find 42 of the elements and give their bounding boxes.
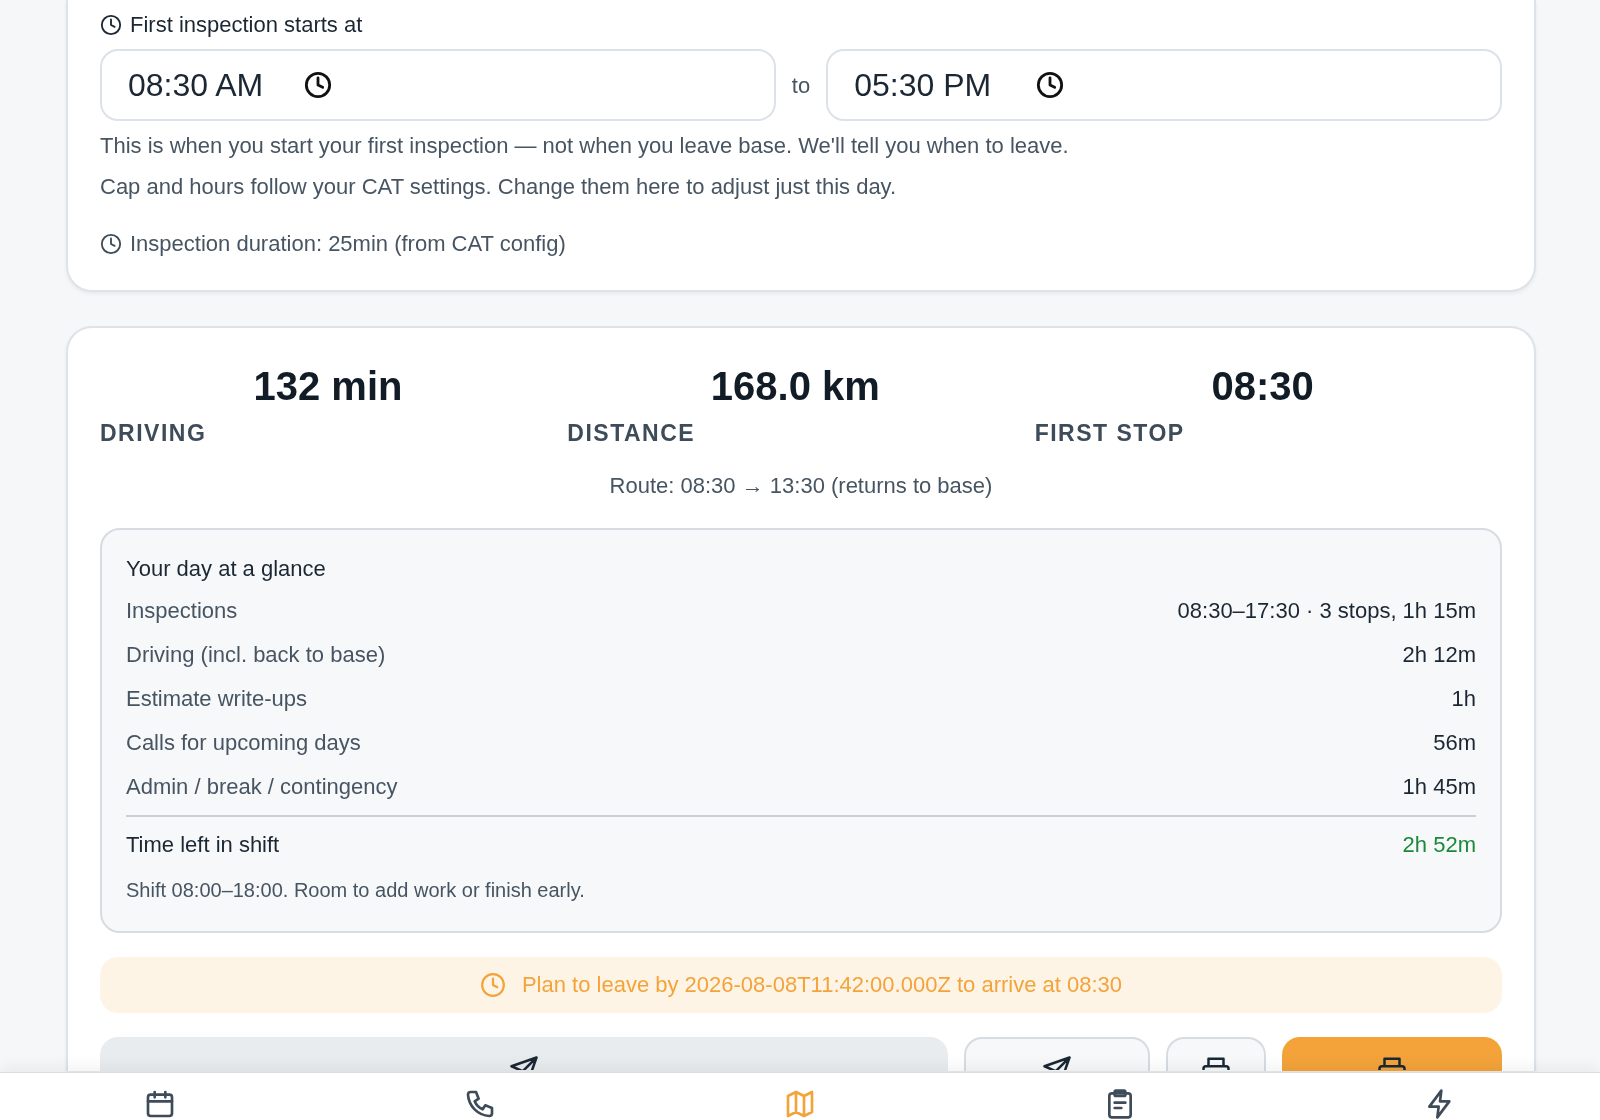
row-value: 2h 12m [1402, 641, 1476, 669]
route-summary: Route: 08:30 → 13:30 (returns to base) [608, 471, 994, 500]
row-value: 1h 45m [1402, 773, 1476, 801]
separator-text: to [791, 71, 811, 100]
glance-title: Your day at a glance [126, 554, 327, 583]
time-field[interactable]: 05:30 PM [826, 49, 1502, 121]
package-button[interactable] [1282, 1036, 1502, 1071]
stat-label: DISTANCE [567, 419, 697, 448]
row-label: Inspections [126, 597, 238, 625]
total-label: Time left in shift [126, 831, 280, 859]
duration-text: Inspection duration: 25min (from CAT config) [130, 230, 566, 258]
clock-icon [100, 232, 122, 255]
row-value: 56m [1433, 729, 1476, 757]
shift-note: Shift 08:00–18:00. Room to add work or finish early. [126, 877, 586, 903]
row-value: 1h [1451, 685, 1476, 713]
base-button[interactable] [964, 1036, 1150, 1071]
stat-value: 08:30 [1210, 363, 1315, 410]
clock-icon [479, 971, 506, 998]
row-value: 08:30–17:30 · 3 stops, 1h 15m [1177, 597, 1476, 625]
stat-label: FIRST STOP [1034, 419, 1186, 448]
map-icon [784, 1088, 816, 1120]
calendar-icon [144, 1088, 176, 1120]
total-value: 2h 52m [1402, 831, 1476, 859]
print-button[interactable] [1166, 1036, 1266, 1071]
field-label: First inspection starts at [130, 11, 363, 39]
row-label: Estimate write-ups [126, 685, 307, 713]
row-label: Driving (incl. back to base) [126, 641, 386, 669]
stat-value: 168.0 km [709, 363, 881, 410]
clock-icon [304, 71, 332, 99]
row-label: Admin / break / contingency [126, 773, 398, 801]
row-label: Calls for upcoming days [126, 729, 361, 757]
help-text: Cap and hours follow your CAT settings. Change them here to adjust just this day. [100, 173, 898, 201]
time-field[interactable]: 08:30 AM [100, 49, 776, 121]
clock-icon [1036, 71, 1065, 99]
stat-label: DRIVING [100, 419, 208, 448]
help-text: This is when you start your first inspection — not when you leave base. We'll tell you when to leave. [100, 132, 1070, 160]
stat-value: 132 min [252, 363, 404, 410]
clock-icon [100, 13, 122, 36]
alert-text: Plan to leave by 2026-08-08T11:42:00.000Z to arrive at 08:30 [521, 971, 1123, 999]
phone-icon [464, 1088, 496, 1120]
send-icon [509, 1054, 539, 1070]
send-icon [1042, 1054, 1072, 1070]
